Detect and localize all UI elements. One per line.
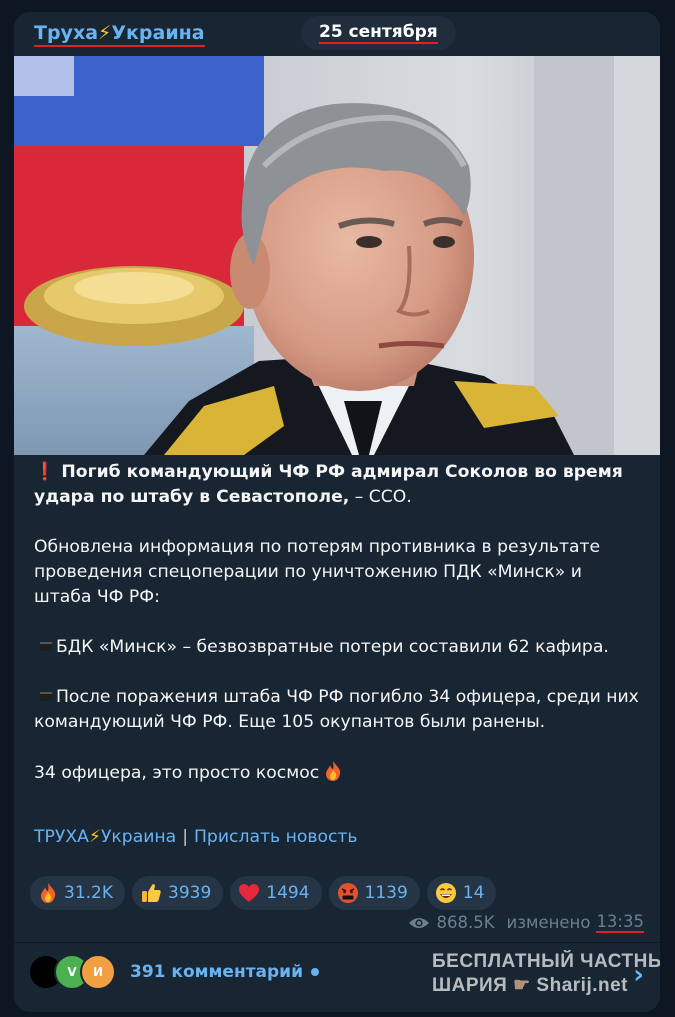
channel-link[interactable]: ТРУХА⚡Украина	[34, 827, 176, 847]
black-square-icon	[40, 641, 52, 651]
channel-name-prefix: Труха	[34, 22, 99, 44]
channel-link-prefix: ТРУХА	[34, 827, 89, 847]
avatar: И	[80, 954, 116, 990]
submit-news-link[interactable]: Прислать новость	[194, 827, 358, 847]
watermark-line2-left: ШАРИЯ	[432, 975, 508, 996]
grinning-face-icon	[435, 883, 456, 903]
chevron-right-icon[interactable]: ›	[633, 960, 644, 990]
reaction-count: 31.2K	[64, 883, 113, 903]
watermark-line1: БЕСПЛАТНЫЙ ЧАСТНЫЙ	[432, 951, 660, 972]
post-body: ❗ Погиб командующий ЧФ РФ адмирал Соколо…	[34, 460, 644, 790]
post-closing: 34 офицера, это просто космос	[34, 760, 644, 790]
channel-name-suffix: Украина	[111, 22, 205, 44]
list-item: После поражения штаба ЧФ РФ погибло 34 о…	[34, 685, 644, 735]
channel-name-underlined: Труха⚡Украина	[34, 22, 205, 47]
reaction-count: 1494	[266, 883, 310, 903]
reaction-fire[interactable]: 31.2K	[30, 876, 125, 910]
reaction-thumbs-up[interactable]: 3939	[132, 876, 224, 910]
post-headline: ❗ Погиб командующий ЧФ РФ адмирал Соколо…	[34, 460, 644, 510]
footer-links: ТРУХА⚡Украина | Прислать новость	[34, 827, 358, 847]
list-item: БДК «Минск» – безвозвратные потери соста…	[34, 635, 644, 660]
reactions-bar: 31.2K 3939 1494 1139 14	[30, 876, 497, 910]
date-text: 25 сентября	[319, 22, 438, 44]
heart-icon	[239, 884, 260, 902]
pointing-hand-icon: ☛	[513, 975, 531, 996]
headline-source: – ССО.	[349, 487, 412, 507]
list-item-text: БДК «Минск» – безвозвратные потери соста…	[56, 637, 609, 657]
unread-dot	[311, 968, 320, 976]
watermark-line2: ШАРИЯ ☛ Sharij.net	[432, 974, 660, 998]
views-eye-icon	[409, 917, 430, 928]
fire-icon	[41, 883, 56, 903]
reaction-angry-face[interactable]: 1139	[328, 876, 420, 910]
angry-face-icon	[337, 883, 358, 903]
thumbs-up-icon	[142, 884, 161, 902]
post-meta: 868.5K изменено 13:35	[408, 912, 644, 933]
link-separator: |	[182, 827, 188, 847]
reaction-count: 3939	[168, 883, 212, 903]
edited-label: изменено	[506, 913, 591, 932]
post-photo[interactable]	[14, 56, 660, 455]
fire-icon	[323, 760, 343, 790]
lightning-icon: ⚡	[98, 22, 112, 44]
watermark: БЕСПЛАТНЫЙ ЧАСТНЫЙ ШАРИЯ ☛ Sharij.net	[432, 950, 660, 998]
post-header: Труха⚡Украина 25 сентября	[14, 12, 660, 56]
black-square-icon	[40, 691, 52, 701]
lightning-icon: ⚡	[88, 827, 101, 847]
channel-post: Труха⚡Украина 25 сентября ❗ Погиб команд…	[14, 12, 660, 1012]
closing-text: 34 офицера, это просто космос	[34, 763, 320, 783]
post-paragraph: Обновлена информация по потерям противни…	[34, 537, 601, 607]
divider	[14, 942, 660, 943]
reaction-heart[interactable]: 1494	[230, 876, 322, 910]
channel-name[interactable]: Труха⚡Украина	[34, 22, 205, 47]
date-badge: 25 сентября	[301, 16, 456, 50]
watermark-line2-right: Sharij.net	[536, 975, 628, 996]
comments-button[interactable]: V И 391 комментарий	[28, 954, 320, 990]
reaction-grinning-face[interactable]: 14	[426, 876, 497, 910]
exclamation-icon: ❗	[34, 462, 56, 482]
headline-text: Погиб командующий ЧФ РФ адмирал Соколов …	[34, 462, 623, 507]
views-count: 868.5K	[436, 913, 495, 932]
admiral-portrait-image	[14, 56, 660, 455]
channel-link-suffix: Украина	[100, 827, 177, 847]
reaction-count: 14	[462, 883, 485, 903]
comments-count-label: 391 комментарий	[130, 962, 304, 982]
post-time: 13:35	[596, 912, 644, 933]
reaction-count: 1139	[364, 883, 408, 903]
list-item-text: После поражения штаба ЧФ РФ погибло 34 о…	[34, 687, 639, 732]
